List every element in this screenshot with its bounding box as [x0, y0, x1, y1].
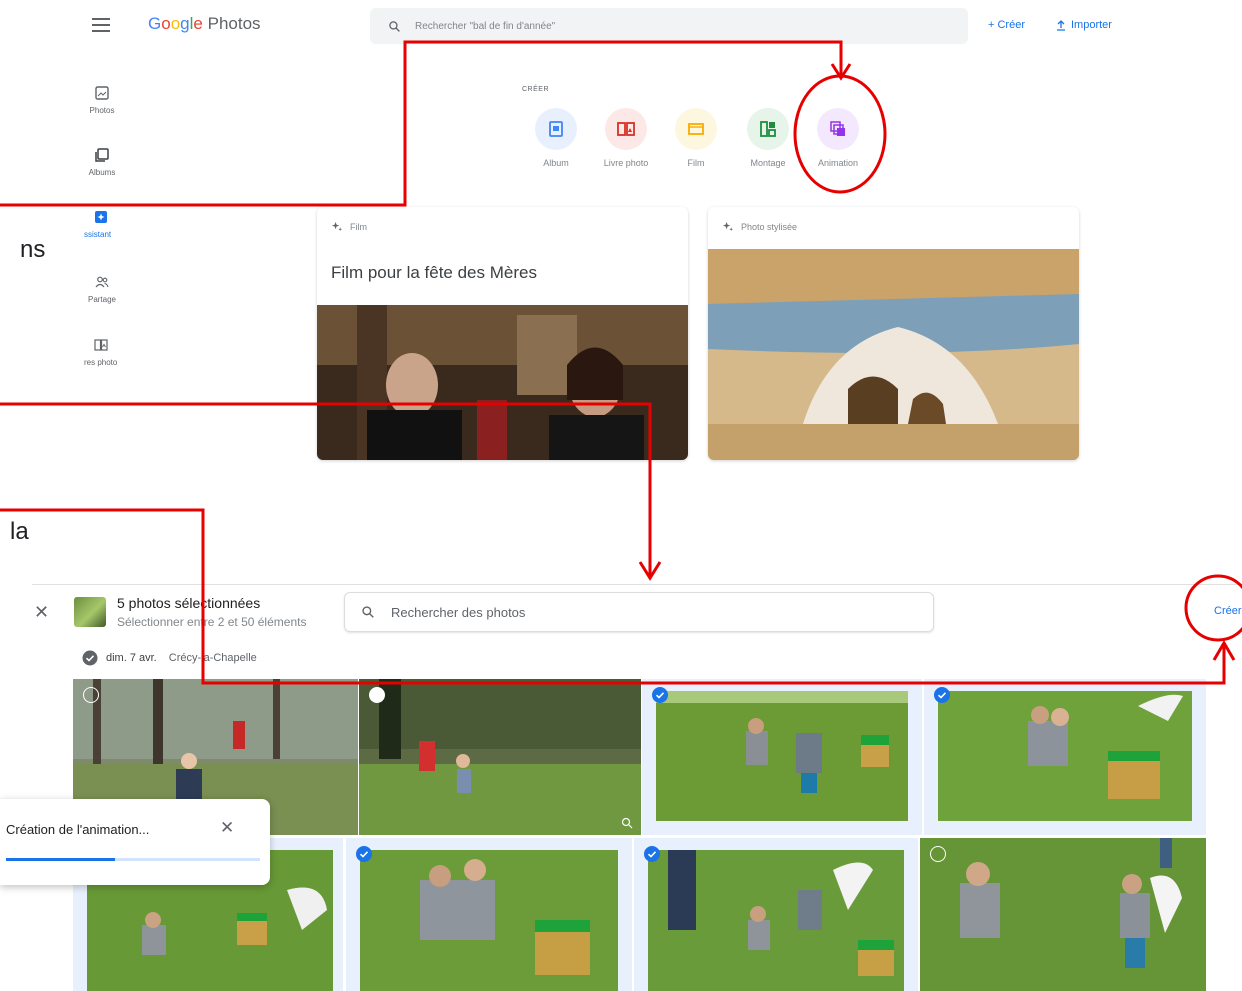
annotation-arrow-head	[830, 63, 852, 81]
progress-bar	[6, 858, 115, 861]
collage-icon	[760, 121, 776, 137]
create-album-label: Album	[543, 158, 569, 168]
photo-tile-selected[interactable]	[634, 838, 918, 991]
clipped-instruction-text: ns	[20, 236, 46, 263]
sidebar-item-photobooks[interactable]: res photo	[84, 338, 132, 367]
assistant-icon	[95, 211, 107, 223]
stylized-photo-card[interactable]: Photo stylisée	[708, 207, 1079, 460]
create-menu-button[interactable]: + Créer	[988, 19, 1025, 31]
selection-thumbnail	[74, 597, 106, 627]
date-label: dim. 7 avr.	[106, 652, 157, 664]
sparkle-icon	[722, 221, 733, 232]
photo-tile[interactable]	[920, 838, 1206, 991]
create-photobook-button[interactable]: Livre photo	[598, 108, 654, 168]
menu-icon[interactable]	[92, 18, 110, 32]
create-animation-label: Animation	[817, 158, 859, 168]
create-album-button[interactable]: Album	[528, 108, 584, 168]
photobook-icon	[94, 339, 108, 351]
photo-thumbnail	[920, 838, 1206, 991]
search-icon	[389, 20, 400, 32]
photo-thumbnail	[648, 850, 904, 991]
photo-tile[interactable]	[359, 679, 641, 835]
upload-icon	[1057, 19, 1065, 31]
select-checkbox-checked[interactable]	[652, 687, 668, 703]
card-header: Film	[331, 221, 367, 232]
sidebar-item-photos[interactable]: Photos	[78, 86, 126, 115]
location-label: Crécy-la-Chapelle	[168, 652, 257, 664]
card-title: Film pour la fête des Mères	[331, 263, 537, 282]
photo-search-input[interactable]: Rechercher des photos	[344, 592, 934, 632]
zoom-icon[interactable]	[621, 817, 633, 829]
create-section-heading: CRÉER	[522, 86, 550, 93]
toast-message: Création de l'animation...	[6, 822, 150, 837]
select-checkbox[interactable]	[83, 687, 99, 703]
card-header: Photo stylisée	[722, 221, 797, 232]
photo-icon	[95, 86, 109, 100]
film-icon	[688, 123, 704, 135]
checkmark-icon	[647, 851, 657, 858]
select-checkbox[interactable]	[930, 846, 946, 862]
create-animation-confirm-button[interactable]: Créer	[1214, 605, 1242, 617]
film-suggestion-card[interactable]: Film Film pour la fête des Mères	[317, 207, 688, 460]
annotation-arrow-head	[1212, 640, 1236, 661]
create-film-button[interactable]: Film	[668, 108, 724, 168]
albums-icon	[95, 148, 109, 162]
photo-thumbnail	[360, 850, 618, 991]
sidebar-label-albums: Albums	[88, 168, 116, 177]
checkmark-icon	[655, 692, 665, 699]
selection-count: 5 photos sélectionnées	[117, 595, 261, 611]
clipped-instruction-text: la	[10, 518, 29, 545]
photobook-icon	[617, 122, 635, 136]
search-icon	[362, 606, 374, 618]
sharing-icon	[95, 276, 109, 288]
photo-tile-selected[interactable]	[924, 679, 1206, 835]
google-photos-logo[interactable]: Google Photos	[148, 14, 261, 34]
stylized-card-photo	[708, 249, 1079, 460]
select-checkbox-checked[interactable]	[356, 846, 372, 862]
album-icon	[549, 121, 563, 137]
create-animation-button[interactable]: Animation	[810, 108, 866, 168]
annotation-arrow-head	[638, 561, 662, 581]
film-card-photo	[317, 305, 688, 460]
sidebar-label-sharing: Partage	[87, 295, 117, 304]
select-checkbox-checked[interactable]	[644, 846, 660, 862]
import-button[interactable]: Importer	[1056, 19, 1112, 31]
check-circle-icon[interactable]	[82, 650, 98, 666]
date-group-header: dim. 7 avr. Crécy-la-Chapelle	[82, 650, 257, 666]
sidebar-item-albums[interactable]: Albums	[78, 148, 126, 177]
card-type-label: Photo stylisée	[741, 221, 798, 232]
sidebar-label-photobooks: res photo	[84, 358, 118, 367]
photo-thumbnail	[938, 691, 1192, 821]
photo-thumbnail	[359, 679, 641, 835]
checkmark-icon	[359, 851, 369, 858]
close-selection-icon[interactable]: ✕	[34, 602, 49, 623]
photo-search-placeholder: Rechercher des photos	[391, 604, 526, 620]
top-search-bar[interactable]: Rechercher "bal de fin d'année"	[370, 8, 968, 44]
create-photobook-label: Livre photo	[603, 158, 649, 168]
select-checkbox-checked[interactable]	[934, 687, 950, 703]
sidebar-label-photos: Photos	[89, 106, 115, 115]
photo-thumbnail	[656, 691, 908, 821]
select-checkbox[interactable]	[369, 687, 385, 703]
sidebar-item-sharing[interactable]: Partage	[78, 275, 126, 304]
animation-progress-toast: Création de l'animation... ✕	[0, 799, 270, 885]
photo-tile-selected[interactable]	[346, 838, 632, 991]
selection-hint: Sélectionner entre 2 et 50 éléments	[117, 615, 307, 629]
top-search-placeholder: Rechercher "bal de fin d'année"	[415, 20, 556, 32]
animation-icon	[830, 121, 845, 136]
sidebar-item-assistant[interactable]: ssistant	[84, 210, 132, 239]
import-label: Importer	[1071, 19, 1112, 31]
sidebar-label-assistant: ssistant	[84, 230, 112, 239]
create-film-label: Film	[687, 158, 705, 168]
photo-tile-selected[interactable]	[642, 679, 922, 835]
close-icon[interactable]: ✕	[220, 818, 234, 838]
create-collage-button[interactable]: Montage	[740, 108, 796, 168]
logo-product-label: Photos	[207, 14, 261, 33]
sparkle-icon	[331, 221, 342, 232]
card-type-label: Film	[350, 221, 367, 232]
checkmark-icon	[937, 692, 947, 699]
create-collage-label: Montage	[750, 158, 786, 168]
